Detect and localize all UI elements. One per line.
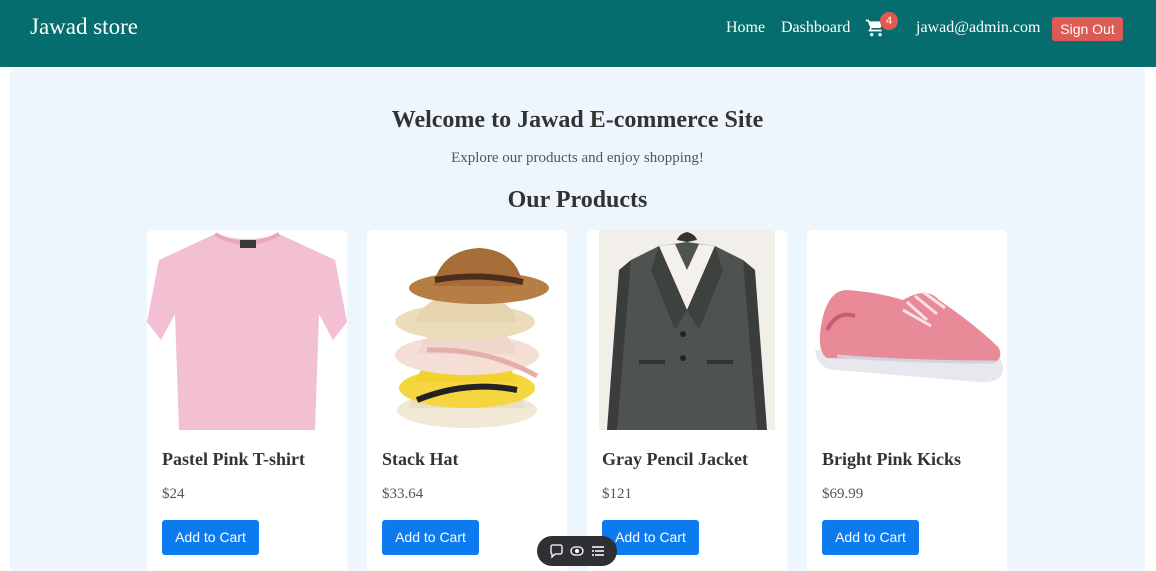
product-name: Pastel Pink T-shirt <box>162 449 306 469</box>
cart-count-badge: 4 <box>880 12 898 30</box>
product-card: Pastel Pink T-shirt $24 Add to Cart <box>147 230 347 571</box>
welcome-subtitle: Explore our products and enjoy shopping! <box>451 150 704 166</box>
hat-stack-image <box>367 230 567 430</box>
product-price: $121 <box>602 486 632 502</box>
navbar: Jawad store Home Dashboard 4 jawad@admin… <box>0 0 1156 67</box>
pink-tshirt-image <box>147 230 347 430</box>
nav-home-link[interactable]: Home <box>726 19 765 37</box>
sign-out-button[interactable]: Sign Out <box>1052 17 1123 41</box>
add-to-cart-button[interactable]: Add to Cart <box>162 520 259 555</box>
main-content: Welcome to Jawad E-commerce Site Explore… <box>10 69 1145 571</box>
list-icon[interactable] <box>590 543 606 559</box>
product-card: Gray Pencil Jacket $121 Add to Cart <box>587 230 787 571</box>
eye-icon[interactable] <box>569 543 585 559</box>
product-name: Bright Pink Kicks <box>822 449 962 469</box>
user-email: jawad@admin.com <box>916 19 1041 36</box>
comment-icon[interactable] <box>548 543 564 559</box>
brand-title[interactable]: Jawad store <box>30 14 138 40</box>
product-card: Stack Hat $33.64 Add to Cart <box>367 230 567 571</box>
gray-jacket-image <box>587 230 787 430</box>
nav-dashboard-link[interactable]: Dashboard <box>781 19 850 37</box>
product-price: $24 <box>162 486 185 502</box>
product-name: Stack Hat <box>382 449 459 469</box>
product-card: Bright Pink Kicks $69.99 Add to Cart <box>807 230 1007 571</box>
product-name: Gray Pencil Jacket <box>602 449 748 469</box>
add-to-cart-button[interactable]: Add to Cart <box>382 520 479 555</box>
cart-button[interactable]: 4 <box>865 12 898 40</box>
products-heading: Our Products <box>507 187 648 213</box>
add-to-cart-button[interactable]: Add to Cart <box>822 520 919 555</box>
floating-toolbar <box>537 536 617 566</box>
welcome-heading: Welcome to Jawad E-commerce Site <box>391 107 764 133</box>
product-price: $33.64 <box>382 486 424 502</box>
pink-sneaker-image <box>807 230 1007 430</box>
product-price: $69.99 <box>822 486 864 502</box>
